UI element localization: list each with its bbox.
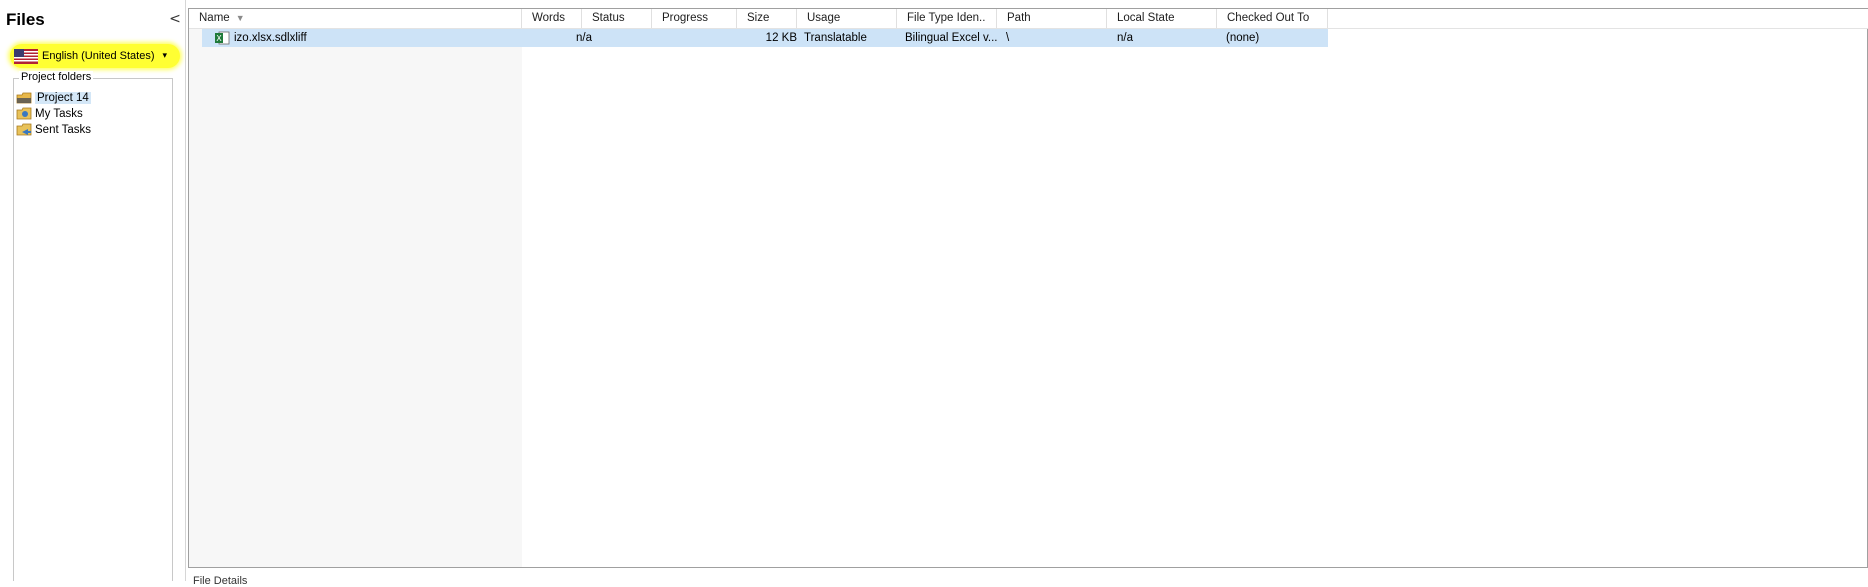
language-label: English (United States) (42, 50, 155, 62)
project-folder-icon (16, 91, 32, 105)
chevron-down-icon: ▾ (162, 51, 168, 61)
folder-label: My Tasks (35, 107, 83, 120)
project-folders-group (13, 78, 173, 581)
sort-descending-icon: ▼ (235, 13, 245, 23)
project-folders-legend: Project folders (19, 71, 94, 83)
column-header-usage[interactable]: Usage (797, 9, 897, 28)
column-header-local-state[interactable]: Local State (1107, 9, 1217, 28)
folder-item-sent-tasks[interactable]: Sent Tasks (16, 122, 91, 137)
file-details-strip (188, 568, 1868, 581)
cell-path: \ (1006, 32, 1010, 44)
cell-progress (652, 29, 737, 47)
name-column-background (189, 29, 522, 567)
table-row[interactable]: X izo.xlsx.sdlxliff n/a 12 KB Translatab… (202, 29, 1328, 47)
folder-item-project-14[interactable]: Project 14 (16, 90, 91, 105)
folder-label: Project 14 (35, 91, 91, 104)
folder-label: Sent Tasks (35, 123, 92, 136)
my-tasks-icon (16, 107, 32, 121)
svg-text:X: X (216, 34, 222, 43)
navigation-pane: Files < English (United States) ▾ Projec… (0, 0, 186, 581)
cell-name: izo.xlsx.sdlxliff (234, 32, 307, 44)
column-header-file-type[interactable]: File Type Iden.. (897, 9, 997, 28)
column-header-progress[interactable]: Progress (652, 9, 737, 28)
cell-checked-out-to: (none) (1226, 32, 1260, 44)
column-header-label: Name (199, 12, 230, 24)
files-grid: Name ▼ Words Status Progress Size Usage F… (188, 8, 1868, 568)
column-header-path[interactable]: Path (997, 9, 1107, 28)
grid-header: Name ▼ Words Status Progress Size Usage F… (189, 9, 1868, 29)
cell-local-state: n/a (1117, 32, 1133, 44)
cell-status (582, 29, 652, 47)
column-header-name[interactable]: Name ▼ (189, 9, 522, 28)
excel-file-icon: X (214, 31, 230, 45)
folder-item-my-tasks[interactable]: My Tasks (16, 106, 83, 121)
file-details-label[interactable]: File Details (193, 575, 247, 587)
cell-size: 12 KB (765, 32, 797, 44)
pane-title: Files (6, 10, 45, 29)
column-header-words[interactable]: Words (522, 9, 582, 28)
us-flag-icon (14, 48, 38, 64)
cell-usage: Translatable (804, 32, 867, 44)
language-selector[interactable]: English (United States) ▾ (10, 44, 180, 68)
column-header-size[interactable]: Size (737, 9, 797, 28)
sent-tasks-icon (16, 123, 32, 137)
column-header-checked-out-to[interactable]: Checked Out To (1217, 9, 1328, 28)
column-header-status[interactable]: Status (582, 9, 652, 28)
collapse-pane-button[interactable]: < (168, 11, 182, 27)
cell-file-type: Bilingual Excel v... (905, 32, 998, 44)
